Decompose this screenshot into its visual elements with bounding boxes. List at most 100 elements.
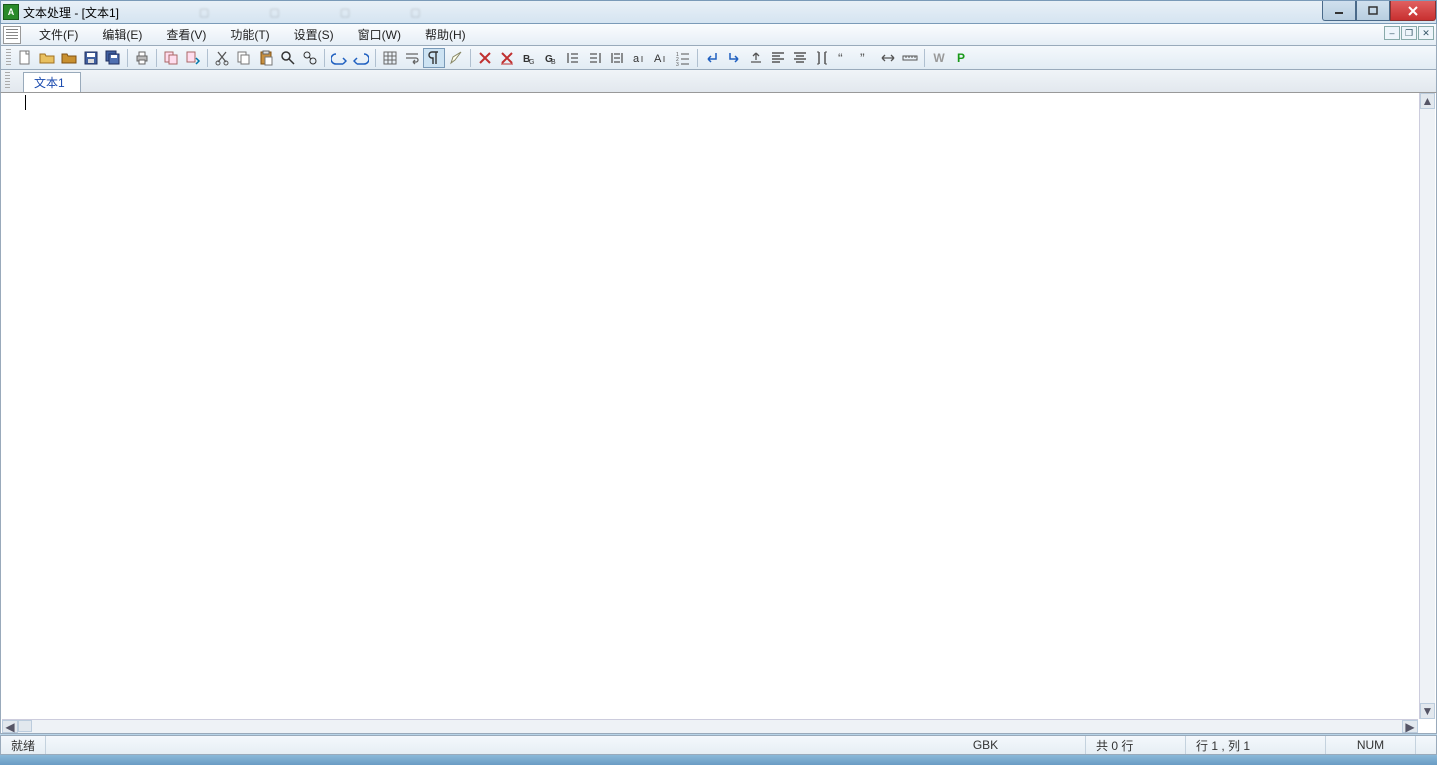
window-controls: [1322, 1, 1436, 21]
svg-text:B: B: [551, 59, 556, 66]
status-cursor-pos: 行 1 , 列 1: [1186, 736, 1326, 754]
svg-text:G: G: [529, 59, 534, 66]
line-up-button[interactable]: [745, 48, 767, 68]
scroll-down-button[interactable]: ▼: [1420, 703, 1435, 719]
find-button[interactable]: [277, 48, 299, 68]
toolbar-separator: [324, 49, 325, 67]
ruler-button[interactable]: [899, 48, 921, 68]
menu-edit[interactable]: 编辑(E): [90, 23, 154, 46]
scroll-left-button[interactable]: ◀: [2, 720, 18, 733]
menu-func[interactable]: 功能(T): [218, 23, 281, 46]
paste-format-button[interactable]: [182, 48, 204, 68]
svg-text:A: A: [654, 53, 662, 65]
status-encoding: GBK: [886, 736, 1086, 754]
document-tab[interactable]: 文本1: [23, 72, 81, 92]
scroll-up-button[interactable]: ▲: [1420, 93, 1435, 109]
status-bar: 就绪 GBK 共 0 行 行 1 , 列 1 NUM: [0, 735, 1437, 755]
quote-left-button[interactable]: “: [833, 48, 855, 68]
width-button[interactable]: [877, 48, 899, 68]
document-tab-label: 文本1: [34, 74, 65, 91]
trim-right-button[interactable]: [584, 48, 606, 68]
document-tabstrip: 文本1: [0, 70, 1437, 92]
toolbar-separator: [375, 49, 376, 67]
new-file-button[interactable]: [14, 48, 36, 68]
copy-button[interactable]: [233, 48, 255, 68]
bold-gb-button[interactable]: BG: [518, 48, 540, 68]
status-numlock: NUM: [1326, 736, 1416, 754]
toolbar: BG GB a A 123 “ ” W P: [0, 46, 1437, 70]
svg-text:a: a: [633, 53, 640, 65]
tabstrip-grip[interactable]: [5, 72, 10, 90]
hscroll-thumb[interactable]: [18, 720, 32, 732]
menu-set[interactable]: 设置(S): [282, 23, 346, 46]
menu-view[interactable]: 查看(V): [154, 23, 218, 46]
mdi-restore-button[interactable]: ❐: [1401, 26, 1417, 40]
taskbar-strip: [0, 755, 1437, 765]
maximize-button[interactable]: [1356, 1, 1390, 21]
print-button[interactable]: [131, 48, 153, 68]
text-editor[interactable]: [23, 93, 1418, 719]
title-bar: A 文本处理 - [文本1] ▢▢▢▢: [0, 0, 1437, 24]
toolbar-separator: [156, 49, 157, 67]
quote-right-button[interactable]: ”: [855, 48, 877, 68]
cut-button[interactable]: [211, 48, 233, 68]
toolbar-separator: [127, 49, 128, 67]
mdi-minimize-button[interactable]: –: [1384, 26, 1400, 40]
save-button[interactable]: [80, 48, 102, 68]
text-cursor: [25, 95, 26, 110]
status-line-count: 共 0 行: [1086, 736, 1186, 754]
document-icon[interactable]: [3, 26, 21, 44]
redo-button[interactable]: [350, 48, 372, 68]
case-lower-button[interactable]: a: [628, 48, 650, 68]
toolbar-grip[interactable]: [6, 49, 11, 67]
undo-button[interactable]: [328, 48, 350, 68]
status-grip[interactable]: [1416, 736, 1436, 754]
return-add-button[interactable]: [701, 48, 723, 68]
show-paragraph-button[interactable]: [423, 48, 445, 68]
align-center-button[interactable]: [789, 48, 811, 68]
find-replace-button[interactable]: [299, 48, 321, 68]
window-title: 文本处理 - [文本1]: [23, 4, 119, 21]
svg-text:”: ”: [860, 50, 865, 66]
grid-button[interactable]: [379, 48, 401, 68]
scroll-right-button[interactable]: ▶: [1402, 720, 1418, 733]
horizontal-scrollbar[interactable]: ◀ ▶: [2, 719, 1418, 733]
open-file-button[interactable]: [36, 48, 58, 68]
editor-area: ▲ ▼ ◀ ▶: [0, 92, 1437, 734]
open-folder-button[interactable]: [58, 48, 80, 68]
toolbar-separator: [697, 49, 698, 67]
menu-file[interactable]: 文件(F): [27, 23, 90, 46]
minimize-button[interactable]: [1322, 1, 1356, 21]
background-blur: ▢▢▢▢: [119, 6, 1434, 19]
svg-text:“: “: [838, 50, 843, 66]
menu-window[interactable]: 窗口(W): [346, 23, 413, 46]
p-button[interactable]: P: [950, 48, 972, 68]
mdi-close-button[interactable]: ✕: [1418, 26, 1434, 40]
paste-button[interactable]: [255, 48, 277, 68]
close-button[interactable]: [1390, 1, 1436, 21]
edit-mode-button[interactable]: [445, 48, 467, 68]
menu-help[interactable]: 帮助(H): [413, 23, 478, 46]
save-all-button[interactable]: [102, 48, 124, 68]
bracket-button[interactable]: [811, 48, 833, 68]
gb-bold-button[interactable]: GB: [540, 48, 562, 68]
align-left-button[interactable]: [767, 48, 789, 68]
svg-text:3: 3: [676, 62, 679, 66]
trim-both-button[interactable]: [606, 48, 628, 68]
vertical-scrollbar[interactable]: ▲ ▼: [1419, 93, 1435, 719]
copy-format-button[interactable]: [160, 48, 182, 68]
delete-dup-button[interactable]: [496, 48, 518, 68]
case-upper-button[interactable]: A: [650, 48, 672, 68]
toolbar-separator: [924, 49, 925, 67]
wrap-button[interactable]: [401, 48, 423, 68]
vscroll-track[interactable]: [1420, 109, 1435, 703]
hscroll-track[interactable]: [32, 720, 1402, 733]
delete-line-button[interactable]: [474, 48, 496, 68]
return-remove-button[interactable]: [723, 48, 745, 68]
app-icon: A: [3, 4, 19, 20]
toolbar-separator: [207, 49, 208, 67]
w-button[interactable]: W: [928, 48, 950, 68]
number-lines-button[interactable]: 123: [672, 48, 694, 68]
trim-left-button[interactable]: [562, 48, 584, 68]
menu-bar: 文件(F) 编辑(E) 查看(V) 功能(T) 设置(S) 窗口(W) 帮助(H…: [0, 24, 1437, 46]
